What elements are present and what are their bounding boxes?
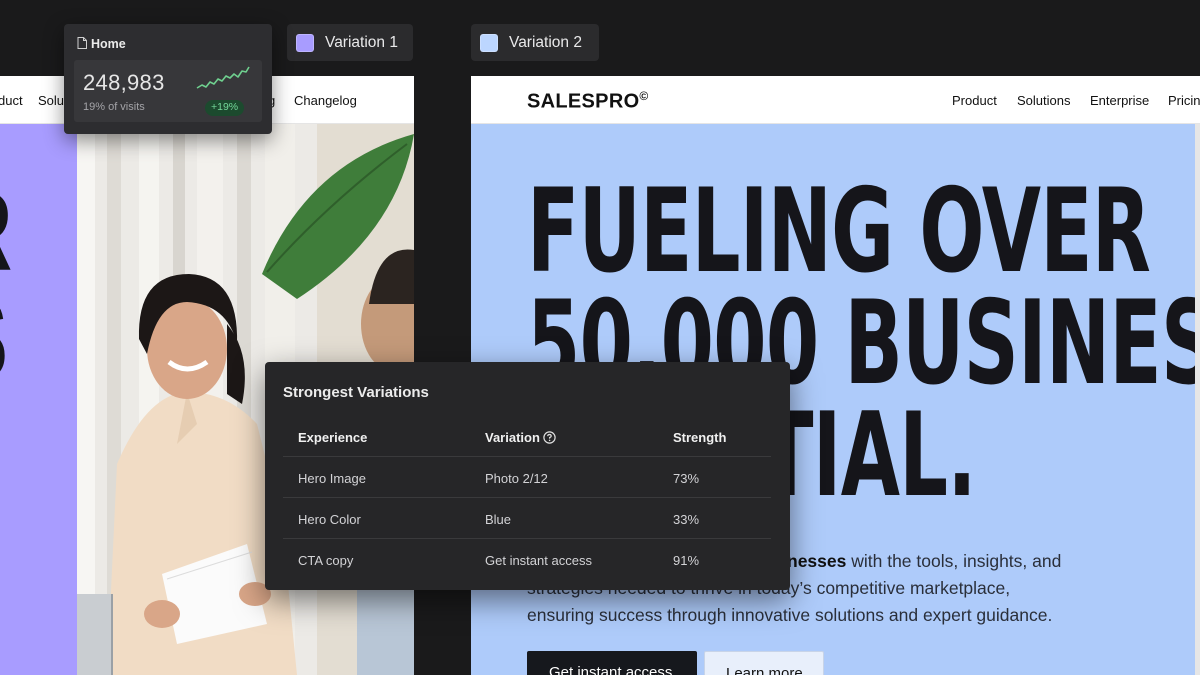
copyright-mark: © xyxy=(639,89,649,103)
home-card-title: Home xyxy=(91,37,126,51)
help-icon[interactable] xyxy=(543,431,556,444)
table-row[interactable]: CTA copy Get instant access 91% xyxy=(283,539,771,580)
cell-experience: CTA copy xyxy=(298,553,354,568)
brand-logo[interactable]: SALESPRO© xyxy=(527,89,649,114)
sparkline-chart xyxy=(196,66,250,89)
cell-experience: Hero Image xyxy=(298,471,366,486)
cell-strength: 73% xyxy=(673,471,700,486)
variation-1-label: Variation 1 xyxy=(325,34,398,51)
hero-color-panel: R S xyxy=(0,124,77,675)
cell-strength: 33% xyxy=(673,512,700,527)
change-badge: +19% xyxy=(205,100,245,116)
table-row[interactable]: Hero Image Photo 2/12 73% xyxy=(283,457,771,498)
description-bold: nesses xyxy=(787,551,847,571)
hero-headline-fragment: R xyxy=(0,176,12,288)
nav-link-product[interactable]: duct xyxy=(0,93,23,108)
nav-link-changelog[interactable]: Changelog xyxy=(294,93,357,108)
visits-value: 248,983 xyxy=(83,70,165,95)
home-card-metric: 248,983 19% of visits +19% xyxy=(74,60,262,122)
nav-link-pricing[interactable]: Pricin xyxy=(1168,93,1200,108)
cell-strength: 91% xyxy=(673,553,700,568)
page-edge-divider xyxy=(1195,124,1200,675)
column-header-strength[interactable]: Strength xyxy=(673,430,726,445)
cell-variation: Photo 2/12 xyxy=(485,471,548,486)
description-line-3: ensuring success through innovative solu… xyxy=(527,605,1053,625)
learn-more-button[interactable]: Learn more xyxy=(704,651,824,675)
variation-2-label: Variation 2 xyxy=(509,34,582,51)
nav-link-solutions[interactable]: Solutions xyxy=(1017,93,1070,108)
variation-1-tab[interactable]: Variation 1 xyxy=(287,24,413,61)
variation-1-color-swatch xyxy=(296,34,314,52)
document-icon xyxy=(77,37,87,49)
nav-link-enterprise[interactable]: Enterprise xyxy=(1090,93,1149,108)
panel-title: Strongest Variations xyxy=(283,384,429,401)
variation-2-navbar: SALESPRO© Product Solutions Enterprise P… xyxy=(471,76,1200,124)
table-header-row: Experience Variation Strength xyxy=(283,416,771,457)
home-card-header: Home xyxy=(77,37,126,51)
home-stats-card[interactable]: Home 248,983 19% of visits +19% xyxy=(64,24,272,134)
nav-link-product[interactable]: Product xyxy=(952,93,997,108)
variation-2-tab[interactable]: Variation 2 xyxy=(471,24,599,61)
variation-2-color-swatch xyxy=(480,34,498,52)
hero-headline-fragment: S xyxy=(0,284,8,396)
strongest-variations-panel: Strongest Variations Experience Variatio… xyxy=(265,362,790,590)
variations-table: Experience Variation Strength Hero Image… xyxy=(283,416,771,580)
cell-variation: Get instant access xyxy=(485,553,592,568)
visits-share: 19% of visits xyxy=(83,101,145,113)
nav-link-solutions[interactable]: Solu xyxy=(38,93,64,108)
cell-experience: Hero Color xyxy=(298,512,361,527)
column-header-experience[interactable]: Experience xyxy=(298,430,367,445)
headline-line-1: FUELING OVER xyxy=(527,164,1151,299)
get-instant-access-button[interactable]: Get instant access xyxy=(527,651,697,675)
table-row[interactable]: Hero Color Blue 33% xyxy=(283,498,771,539)
cell-variation: Blue xyxy=(485,512,512,527)
column-header-variation[interactable]: Variation xyxy=(485,430,556,445)
